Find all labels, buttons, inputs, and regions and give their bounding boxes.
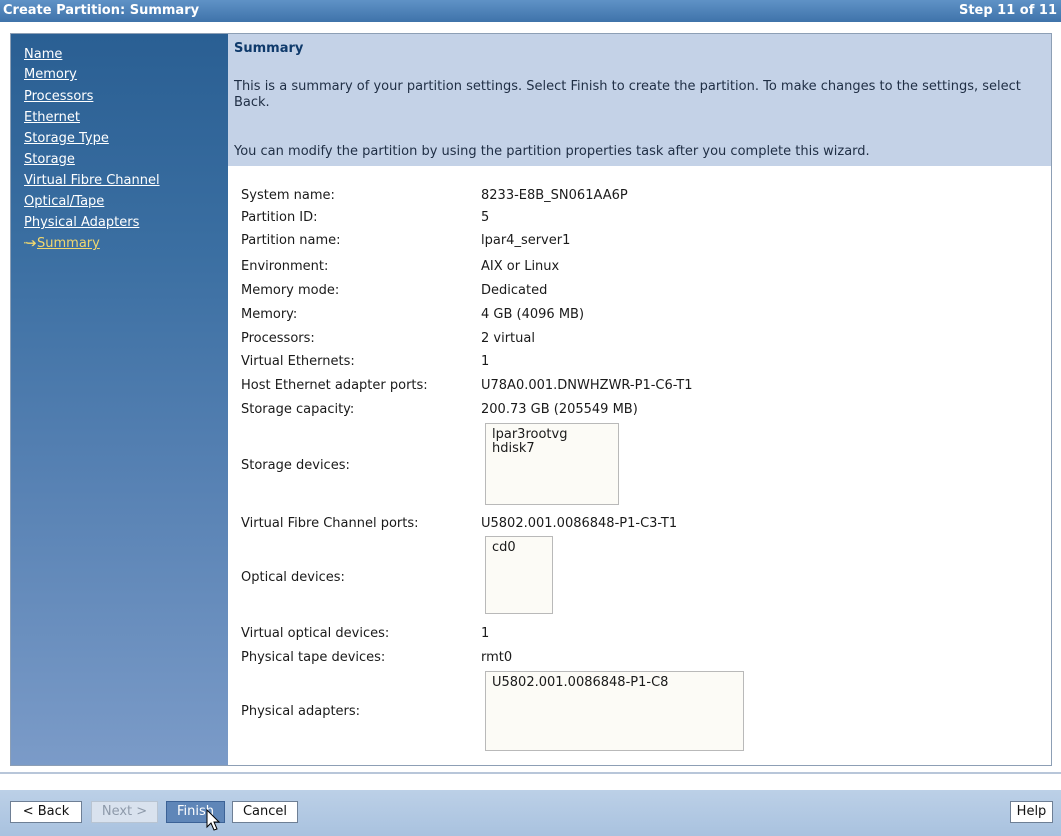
value-host-ethernet-ports: U78A0.001.DNWHZWR-P1-C6-T1 xyxy=(481,378,693,393)
label-storage-devices: Storage devices: xyxy=(241,458,350,473)
nav-item-memory[interactable]: Memory xyxy=(24,67,77,82)
label-partition-id: Partition ID: xyxy=(241,210,318,225)
value-environment: AIX or Linux xyxy=(481,259,560,274)
label-processors: Processors: xyxy=(241,331,315,346)
value-storage-capacity: 200.73 GB (205549 MB) xyxy=(481,402,638,417)
label-physical-tape: Physical tape devices: xyxy=(241,650,386,665)
value-memory: 4 GB (4096 MB) xyxy=(481,307,585,322)
window-titlebar: Create Partition: Summary Step 11 of 11 xyxy=(0,0,1061,22)
step-indicator: Step 11 of 11 xyxy=(958,3,1057,18)
value-memory-mode: Dedicated xyxy=(481,283,548,298)
nav-item-storage[interactable]: Storage xyxy=(24,152,75,167)
list-item: lpar3rootvg xyxy=(492,427,568,442)
storage-devices-list[interactable]: lpar3rootvg hdisk7 xyxy=(485,423,619,505)
list-item: U5802.001.0086848-P1-C8 xyxy=(492,675,669,690)
wizard-button-bar: < Back Next > Finish Cancel Help xyxy=(0,790,1061,836)
nav-item-name[interactable]: Name xyxy=(24,47,62,62)
value-system-name: 8233-E8B_SN061AA6P xyxy=(481,188,628,203)
wizard-frame: Name Memory Processors Ethernet Storage … xyxy=(10,33,1052,766)
physical-adapters-list[interactable]: U5802.001.0086848-P1-C8 xyxy=(485,671,744,751)
back-button[interactable]: < Back xyxy=(10,801,82,823)
nav-item-storage-type[interactable]: Storage Type xyxy=(24,131,109,146)
value-processors: 2 virtual xyxy=(481,331,535,346)
nav-item-summary[interactable]: ··➔ Summary xyxy=(23,236,100,251)
summary-note: You can modify the partition by using th… xyxy=(234,144,870,159)
window-title: Create Partition: Summary xyxy=(3,3,200,18)
list-item: hdisk7 xyxy=(492,441,535,456)
label-vfc-ports: Virtual Fibre Channel ports: xyxy=(241,516,419,531)
nav-item-virtual-fibre-channel[interactable]: Virtual Fibre Channel xyxy=(24,173,160,188)
label-virtual-optical: Virtual optical devices: xyxy=(241,626,390,641)
value-physical-tape: rmt0 xyxy=(481,650,513,665)
label-system-name: System name: xyxy=(241,188,335,203)
value-partition-name: lpar4_server1 xyxy=(481,233,571,248)
help-button[interactable]: Help xyxy=(1010,801,1053,823)
content-panel: Summary This is a summary of your partit… xyxy=(228,34,1051,765)
summary-info-panel: Summary This is a summary of your partit… xyxy=(228,34,1051,166)
divider xyxy=(0,772,1061,774)
optical-devices-list[interactable]: cd0 xyxy=(485,536,553,614)
label-memory: Memory: xyxy=(241,307,298,322)
next-button[interactable]: Next > xyxy=(91,801,158,823)
cancel-button[interactable]: Cancel xyxy=(232,801,298,823)
nav-item-optical-tape[interactable]: Optical/Tape xyxy=(24,194,104,209)
wizard-nav: Name Memory Processors Ethernet Storage … xyxy=(11,34,228,765)
label-virtual-ethernets: Virtual Ethernets: xyxy=(241,354,355,369)
nav-item-processors[interactable]: Processors xyxy=(24,89,93,104)
value-vfc-ports: U5802.001.0086848-P1-C3-T1 xyxy=(481,516,678,531)
label-environment: Environment: xyxy=(241,259,329,274)
summary-description: This is a summary of your partition sett… xyxy=(234,79,1021,110)
label-memory-mode: Memory mode: xyxy=(241,283,340,298)
nav-item-ethernet[interactable]: Ethernet xyxy=(24,110,80,125)
label-host-ethernet-ports: Host Ethernet adapter ports: xyxy=(241,378,428,393)
label-optical-devices: Optical devices: xyxy=(241,570,345,585)
list-item: cd0 xyxy=(492,540,516,555)
value-virtual-ethernets: 1 xyxy=(481,354,490,369)
mouse-pointer-icon xyxy=(206,809,221,831)
value-virtual-optical: 1 xyxy=(481,626,490,641)
nav-item-physical-adapters[interactable]: Physical Adapters xyxy=(24,215,139,230)
value-partition-id: 5 xyxy=(481,210,490,225)
label-physical-adapters: Physical adapters: xyxy=(241,704,361,719)
current-step-arrow-icon: ··➔ xyxy=(23,236,37,250)
label-partition-name: Partition name: xyxy=(241,233,341,248)
label-storage-capacity: Storage capacity: xyxy=(241,402,355,417)
summary-heading: Summary xyxy=(234,41,304,56)
